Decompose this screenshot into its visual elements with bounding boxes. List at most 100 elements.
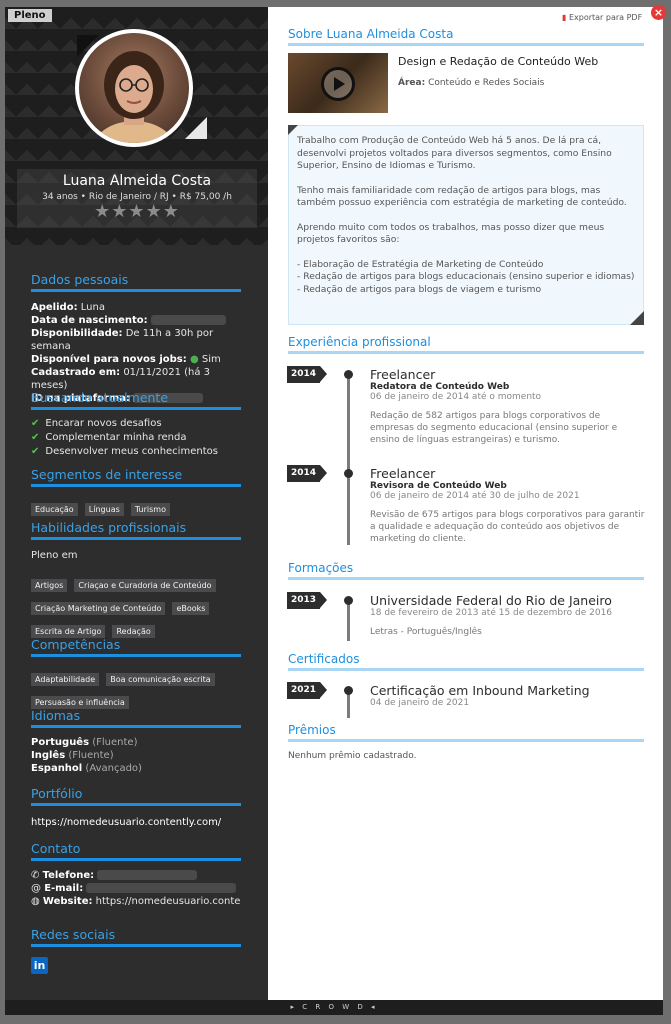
box-corner-decoration	[630, 311, 644, 325]
section-title: Dados pessoais	[31, 272, 129, 287]
certificate-item: Certificação em Inbound Marketing 04 de …	[370, 683, 590, 708]
section-title: Portfólio	[31, 786, 83, 801]
timeline-year: 2014	[287, 465, 327, 482]
section-title: Redes sociais	[31, 927, 116, 942]
certificates-section: Certificados	[288, 652, 644, 671]
section-title: Idiomas	[31, 708, 81, 723]
list-item: ✔ Complementar minha renda	[31, 432, 187, 443]
section-title: Contato	[31, 841, 81, 856]
timeline-year: 2013	[287, 592, 327, 609]
timeline-year: 2014	[287, 366, 327, 383]
competencies-section: Competências Adaptabilidade Boa comunica…	[31, 637, 241, 713]
sidebar: Pleno Luana Almeida Costa 34 anos • Rio …	[5, 7, 268, 1000]
check-icon: ✔	[31, 418, 40, 429]
timeline-dot	[344, 686, 353, 695]
avatar-corner-decoration	[185, 117, 207, 139]
language-row: Português (Fluente)	[31, 737, 138, 748]
portfolio-section: Portfólio https://nomedeusuario.contentl…	[31, 786, 241, 829]
about-bullet: - Redação de artigos para blogs educacio…	[297, 271, 635, 282]
section-title: Certificados	[288, 652, 360, 666]
video-thumbnail[interactable]	[288, 53, 388, 113]
language-row: Espanhol (Avançado)	[31, 763, 142, 774]
education-section: Formações	[288, 561, 644, 580]
section-title: Habilidades profissionais	[31, 520, 187, 535]
profile-summary: Luana Almeida Costa 34 anos • Rio de Jan…	[17, 169, 257, 228]
skill-tag: Artigos	[31, 579, 68, 592]
timeline-dot	[344, 596, 353, 605]
box-corner-decoration	[288, 125, 298, 135]
languages-section: Idiomas Português (Fluente) Inglês (Flue…	[31, 708, 241, 775]
birthdate-row: Data de nascimento:	[31, 314, 241, 327]
section-title: Competências	[31, 637, 121, 652]
website-row: ◍ Website: https://nomedeusuario.content…	[31, 895, 241, 908]
avatar-portrait	[93, 51, 175, 143]
profile-modal: Pleno Luana Almeida Costa 34 anos • Rio …	[5, 7, 663, 1015]
email-row: @ E-mail:	[31, 882, 241, 895]
experience-item: Freelancer Revisora de Conteúdo Web 06 d…	[370, 466, 645, 544]
phone-row: ✆ Telefone:	[31, 869, 241, 882]
empty-state: Nenhum prêmio cadastrado.	[288, 751, 417, 761]
education-item: Universidade Federal do Rio de Janeiro 1…	[370, 593, 613, 637]
availability-row: Disponibilidade: De 11h a 30h por semana	[31, 328, 214, 352]
contact-section: Contato ✆ Telefone: @ E-mail: ◍ Website:…	[31, 841, 241, 908]
linkedin-icon[interactable]: in	[31, 957, 48, 974]
nickname-row: Apelido: Luna	[31, 302, 105, 313]
list-item: ✔ Desenvolver meus conhecimentos	[31, 446, 218, 457]
skill-tag: Criação Marketing de Conteúdo	[31, 602, 166, 615]
check-icon: ✔	[31, 446, 40, 457]
avatar	[75, 29, 193, 147]
pdf-icon: ▮	[562, 13, 567, 22]
about-text-box: Trabalho com Produção de Conteúdo Web há…	[288, 125, 644, 325]
play-icon[interactable]	[321, 67, 355, 101]
section-title: Formações	[288, 561, 354, 575]
section-title: Buscando atualmente	[31, 390, 169, 405]
close-icon[interactable]: ×	[651, 5, 666, 20]
competency-tag: Adaptabilidade	[31, 673, 100, 686]
phone-icon: ✆	[31, 870, 40, 881]
section-title: Sobre Luana Almeida Costa	[288, 27, 454, 41]
experience-section: Experiência profissional	[288, 335, 644, 354]
segment-tag: Línguas	[84, 503, 124, 516]
section-title: Segmentos de interesse	[31, 467, 183, 482]
rating-stars: ★★★★★	[94, 201, 180, 222]
personal-data-section: Dados pessoais Apelido: Luna Data de nas…	[31, 272, 241, 405]
plan-badge: Pleno	[8, 9, 52, 22]
area-row: Área: Conteúdo e Redes Sociais	[398, 78, 545, 88]
about-section: Sobre Luana Almeida Costa	[288, 27, 644, 46]
about-paragraph: Trabalho com Produção de Conteúdo Web há…	[297, 135, 612, 171]
timeline-dot	[344, 469, 353, 478]
skill-tag: Criaçao e Curadoria de Conteúdo	[74, 579, 216, 592]
list-item: ✔ Encarar novos desafios	[31, 418, 162, 429]
section-title: Prêmios	[288, 723, 336, 737]
redacted-value	[86, 883, 237, 893]
profile-name: Luana Almeida Costa	[62, 173, 212, 189]
timeline-year: 2021	[287, 682, 327, 699]
segment-tag: Turismo	[130, 503, 170, 516]
awards-section: Prêmios Nenhum prêmio cadastrado.	[288, 723, 644, 761]
about-paragraph: Aprendo muito com todos os trabalhos, ma…	[297, 221, 605, 246]
segment-tag: Educação	[31, 503, 78, 516]
timeline-line	[347, 599, 350, 641]
headline: Design e Redação de Conteúdo Web	[398, 55, 599, 68]
timeline-dot	[344, 370, 353, 379]
portfolio-link[interactable]: https://nomedeusuario.contently.com/	[31, 816, 241, 829]
language-row: Inglês (Fluente)	[31, 750, 114, 761]
competency-tag: Boa comunicação escrita	[106, 673, 215, 686]
section-title: Experiência profissional	[288, 335, 431, 349]
about-bullet: - Redação de artigos para blogs de viage…	[297, 283, 542, 295]
timeline-line	[347, 375, 350, 545]
new-jobs-row: Disponível para novos jobs: ● Sim	[31, 354, 221, 365]
skills-section: Habilidades profissionais Pleno em Artig…	[31, 520, 241, 642]
profile-hero: Pleno Luana Almeida Costa 34 anos • Rio …	[5, 7, 268, 245]
about-paragraph: Tenho mais familiaridade com redação de …	[297, 184, 627, 209]
about-bullet: - Elaboração de Estratégia de Marketing …	[297, 258, 544, 270]
status-dot-icon: ●	[189, 354, 199, 365]
website-link[interactable]: https://nomedeusuario.contently	[96, 896, 241, 907]
email-icon: @	[31, 883, 41, 894]
globe-icon: ◍	[31, 896, 40, 907]
export-pdf-link[interactable]: ▮ Exportar para PDF	[562, 13, 642, 22]
seeking-section: Buscando atualmente ✔ Encarar novos desaf…	[31, 390, 241, 459]
experience-item: Freelancer Redatora de Conteúdo Web 06 d…	[370, 367, 618, 445]
segments-section: Segmentos de interesse Educação Línguas …	[31, 467, 241, 520]
check-icon: ✔	[31, 432, 40, 443]
